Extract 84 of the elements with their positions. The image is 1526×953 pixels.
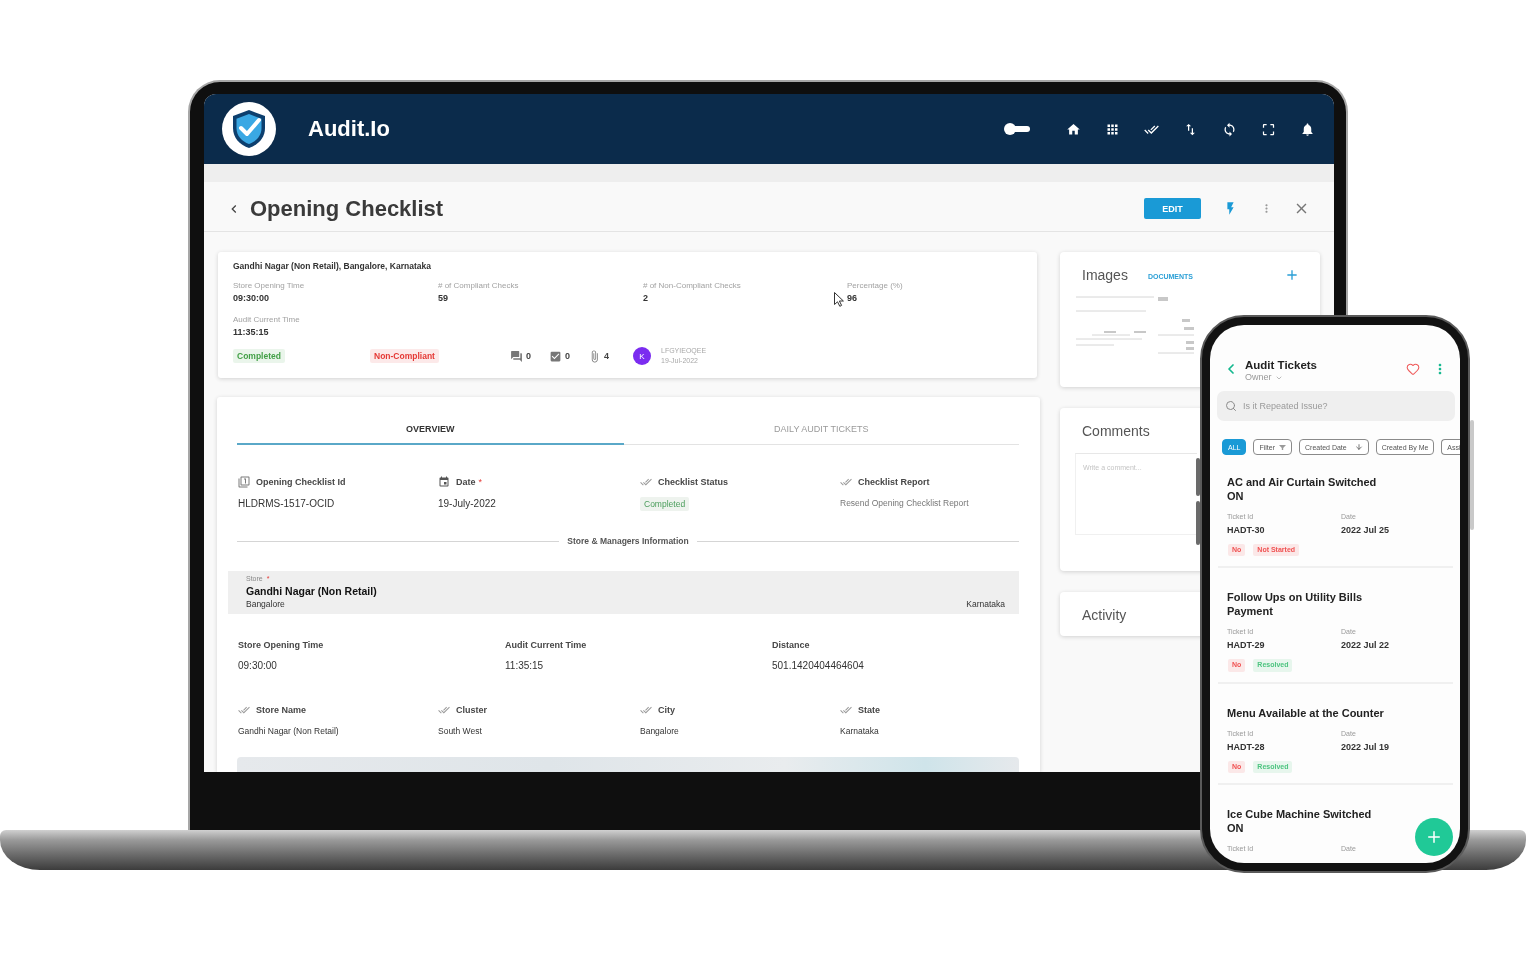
counter-value: 4 <box>604 351 609 361</box>
field-label: Store Opening Time <box>238 640 324 651</box>
ticket-date: 2022 Jul 19 <box>1341 740 1390 753</box>
field-value: HLDRMS-1517-OCID <box>238 497 335 510</box>
store-name: Gandhi Nagar (Non Retail) <box>246 585 377 598</box>
field-label: Cluster <box>456 705 487 716</box>
stat-value: 96 <box>847 293 857 304</box>
chat-bubbles-icon <box>510 349 523 363</box>
search-field[interactable]: Is it Repeated Issue? <box>1217 391 1455 421</box>
stat-value: 11:35:15 <box>233 327 269 338</box>
status-tag: Completed <box>233 348 285 364</box>
fullscreen-icon[interactable] <box>1261 121 1276 137</box>
stat-value: 59 <box>438 293 448 304</box>
shield-check-logo <box>222 102 276 156</box>
ticket-id: HADT-28 <box>1227 740 1265 753</box>
ticket-title: Menu Available at the Counter <box>1227 705 1385 720</box>
section-title: Store & Managers Information <box>567 536 689 547</box>
home-icon[interactable] <box>1066 121 1081 137</box>
status-tag: Completed <box>640 497 690 512</box>
ticket-id: HADT-29 <box>1227 639 1265 652</box>
phone-side-ridge <box>1196 458 1200 496</box>
funnel-icon <box>1279 444 1287 450</box>
stat-label: Percentage (%) <box>847 281 903 291</box>
avatar: K <box>633 347 651 365</box>
app-title: Audit.Io <box>308 116 390 142</box>
counter-value: 0 <box>526 351 531 361</box>
store-state: Karnataka <box>966 599 1005 610</box>
stat-value: 2 <box>643 293 648 304</box>
required-marker: * <box>478 477 483 487</box>
counter-value: 0 <box>565 351 570 361</box>
stacked-pages-icon <box>238 476 250 488</box>
plus-icon <box>1284 267 1300 283</box>
ticket-title: Follow Ups on Utility Bills Payment <box>1227 590 1364 619</box>
ticket-date: 2022 Jul 25 <box>1341 524 1390 536</box>
ticket-title: AC and Air Curtain Switched ON <box>1227 475 1378 503</box>
ticket-date: 2022 Jul 22 <box>1341 639 1390 652</box>
stat-value: 09:30:00 <box>233 293 270 304</box>
plus-icon <box>1425 828 1443 846</box>
panel-title: Comments <box>1082 423 1150 439</box>
field-label: Audit Current Time <box>505 640 587 651</box>
panel-title: Images <box>1082 267 1128 283</box>
tab[interactable]: OVERVIEW <box>237 414 624 445</box>
stat-label: # of Non-Compliant Checks <box>643 281 741 291</box>
field-value: 501.1420404464604 <box>772 659 864 673</box>
bell-icon[interactable] <box>1300 121 1315 137</box>
double-check-icon <box>640 476 652 488</box>
ticket-id: HADT-30 <box>1227 524 1265 536</box>
mouse-pointer-icon <box>834 292 844 307</box>
field-value: Karnataka <box>840 726 879 738</box>
field-value: 19-July-2022 <box>438 497 496 510</box>
field-value: Bangalore <box>640 726 679 738</box>
stat-label: Audit Current Time <box>233 315 300 325</box>
field-label: State <box>858 705 880 716</box>
screen-title: Audit Tickets <box>1245 358 1317 372</box>
field-label: Opening Checklist Id <box>256 477 346 487</box>
store-heading: Gandhi Nagar (Non Retail), Bangalore, Karnataka <box>233 261 431 271</box>
resend-report-link[interactable]: Resend Opening Checklist Report <box>840 497 969 510</box>
field-value: Gandhi Nagar (Non Retail) <box>238 726 339 738</box>
heart-icon <box>1406 362 1420 376</box>
field-label: Checklist Status <box>658 477 729 487</box>
page-title: Opening Checklist <box>250 195 444 222</box>
phone-side-ridge <box>1196 501 1200 545</box>
store-city: Bangalore <box>246 599 285 610</box>
checkbox-icon <box>549 349 562 363</box>
stat-label: Store Opening Time <box>233 281 305 291</box>
field-label: City <box>658 705 675 716</box>
field-label: Checklist Report <box>858 477 930 487</box>
field-value: 11:35:15 <box>505 659 544 673</box>
calendar-icon <box>438 476 450 488</box>
stat-label: # of Compliant Checks <box>438 281 519 291</box>
ticket-title: Ice Cube Machine Switched ON <box>1227 807 1373 836</box>
search-icon <box>1225 400 1237 412</box>
arrow-down-icon <box>1354 443 1363 451</box>
status-tag: Non-Compliant <box>370 348 439 364</box>
field-value: South West <box>438 726 482 738</box>
sync-icon[interactable] <box>1222 121 1237 137</box>
panel-title: Activity <box>1082 607 1127 623</box>
double-check-icon <box>840 476 852 488</box>
field-value: 09:30:00 <box>238 659 277 673</box>
toggle-icon[interactable] <box>1004 123 1030 135</box>
favorite-button[interactable] <box>1406 362 1420 376</box>
field-label: Store Name <box>256 705 307 716</box>
field-label: Date <box>456 477 476 487</box>
field-label: Distance <box>772 640 810 651</box>
